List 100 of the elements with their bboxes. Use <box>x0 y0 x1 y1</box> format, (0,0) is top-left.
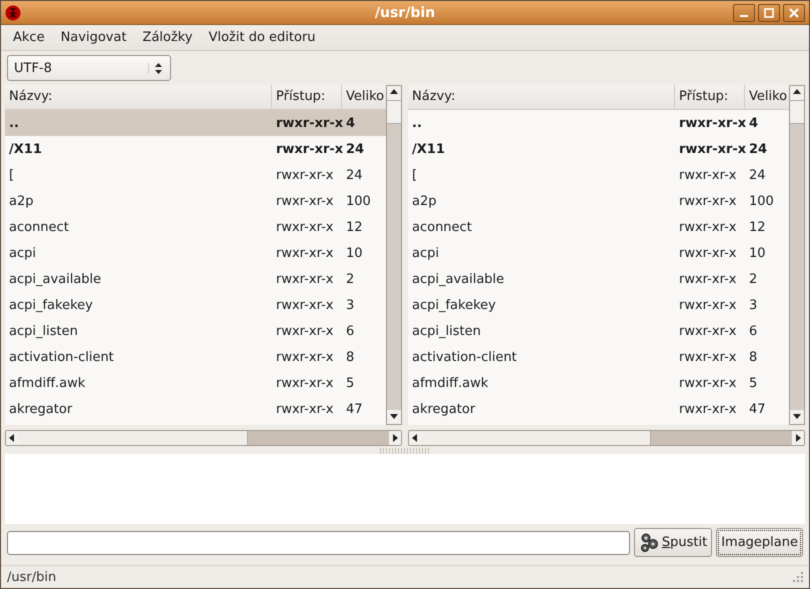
file-permissions: rwxr-xr-x <box>678 194 738 208</box>
file-permissions: rwxr-xr-x <box>678 402 738 416</box>
file-row[interactable]: acpi_listen rwxr-xr-x 6 <box>5 318 386 344</box>
file-size: 4 <box>345 116 356 130</box>
close-icon <box>789 8 799 18</box>
imageplane-button[interactable]: Imageplane <box>716 528 803 557</box>
file-size: 12 <box>748 220 767 234</box>
command-field[interactable] <box>7 530 630 554</box>
status-text: /usr/bin <box>7 570 56 584</box>
menu-item[interactable]: Záložky <box>134 30 201 45</box>
file-row[interactable]: acpi rwxr-xr-x 10 <box>5 240 386 266</box>
file-name: /X11 <box>8 142 43 156</box>
file-name: .. <box>8 116 20 130</box>
horizontal-scrollbar[interactable] <box>408 430 805 446</box>
file-row[interactable]: acpi_available rwxr-xr-x 2 <box>5 266 386 292</box>
file-row[interactable]: akregator rwxr-xr-x 47 <box>408 396 789 422</box>
run-button[interactable]: Spustit <box>634 528 712 557</box>
horizontal-scrollbar[interactable] <box>5 430 402 446</box>
file-permissions: rwxr-xr-x <box>678 298 738 312</box>
file-row[interactable]: [ rwxr-xr-x 24 <box>408 162 789 188</box>
file-name: acpi_available <box>411 272 506 286</box>
file-row[interactable]: /X11 rwxr-xr-x 24 <box>408 136 789 162</box>
file-name: acpi_available <box>8 272 102 286</box>
file-row[interactable]: afmdiff.awk rwxr-xr-x 5 <box>5 370 386 396</box>
file-name: acpi <box>411 246 440 260</box>
file-permissions: rwxr-xr-x <box>678 324 738 338</box>
file-row[interactable]: activation-client rwxr-xr-x 8 <box>408 344 789 370</box>
file-size: 5 <box>748 376 758 390</box>
app-icon <box>5 4 21 20</box>
minimize-icon <box>740 14 748 16</box>
file-row[interactable]: /X11 rwxr-xr-x 24 <box>5 136 386 162</box>
file-size: 24 <box>345 142 366 156</box>
file-row[interactable]: .. rwxr-xr-x 4 <box>5 110 386 136</box>
file-size: 3 <box>345 298 356 312</box>
file-row[interactable]: a2p rwxr-xr-x 100 <box>5 188 386 214</box>
menu-item[interactable]: Vložit do editoru <box>200 30 324 45</box>
file-permissions: rwxr-xr-x <box>275 350 334 364</box>
file-row[interactable]: acpi_fakekey rwxr-xr-x 3 <box>5 292 386 318</box>
minimize-button[interactable] <box>733 4 755 22</box>
scrollbar-thumb[interactable] <box>387 100 401 124</box>
column-header[interactable]: Názvy: <box>5 85 272 109</box>
file-row[interactable]: acpi_listen rwxr-xr-x 6 <box>408 318 789 344</box>
file-name: .. <box>411 116 423 130</box>
close-button[interactable] <box>783 4 805 22</box>
column-header[interactable]: Přístup: <box>675 85 745 109</box>
file-size: 12 <box>345 220 364 234</box>
file-name: [ <box>411 168 418 182</box>
file-row[interactable]: .. rwxr-xr-x 4 <box>408 110 789 136</box>
file-permissions: rwxr-xr-x <box>678 350 738 364</box>
file-name: afmdiff.awk <box>411 376 490 390</box>
resize-grip-icon[interactable] <box>793 572 803 582</box>
file-size: 47 <box>748 402 767 416</box>
file-permissions: rwxr-xr-x <box>275 220 334 234</box>
file-name: afmdiff.awk <box>8 376 86 390</box>
file-row[interactable]: a2p rwxr-xr-x 100 <box>408 188 789 214</box>
file-size: 6 <box>345 324 356 338</box>
column-header[interactable]: Názvy: <box>408 85 675 109</box>
scrollbar-thumb[interactable] <box>790 100 804 124</box>
scrollbar-thumb[interactable] <box>421 431 652 445</box>
encoding-dropdown[interactable]: UTF-8 <box>7 55 171 81</box>
file-name: a2p <box>8 194 34 208</box>
file-name: [ <box>8 168 16 182</box>
vertical-scrollbar[interactable] <box>386 85 402 425</box>
column-header[interactable]: Přístup: <box>272 85 342 109</box>
maximize-button[interactable] <box>758 4 780 22</box>
file-permissions: rwxr-xr-x <box>275 142 342 156</box>
menu-item[interactable]: Akce <box>5 30 53 45</box>
file-name: acpi_fakekey <box>411 298 497 312</box>
file-permissions: rwxr-xr-x <box>678 272 738 286</box>
menu-item[interactable]: Navigovat <box>52 30 135 45</box>
file-permissions: rwxr-xr-x <box>678 246 738 260</box>
scrollbar-thumb[interactable] <box>18 431 248 445</box>
file-size: 8 <box>748 350 758 364</box>
file-name: aconnect <box>8 220 70 234</box>
file-size: 4 <box>748 116 760 130</box>
maximize-icon <box>764 8 774 18</box>
file-permissions: rwxr-xr-x <box>275 246 334 260</box>
file-permissions: rwxr-xr-x <box>275 402 334 416</box>
file-size: 10 <box>748 246 767 260</box>
file-permissions: rwxr-xr-x <box>678 116 745 130</box>
file-row[interactable]: activation-client rwxr-xr-x 8 <box>5 344 386 370</box>
file-permissions: rwxr-xr-x <box>678 168 738 182</box>
file-name: akregator <box>411 402 476 416</box>
file-permissions: rwxr-xr-x <box>275 272 334 286</box>
file-row[interactable]: acpi_fakekey rwxr-xr-x 3 <box>408 292 789 318</box>
column-header[interactable]: Veliko <box>745 85 789 109</box>
file-name: akregator <box>8 402 74 416</box>
file-row[interactable]: aconnect rwxr-xr-x 12 <box>5 214 386 240</box>
file-row[interactable]: akregator rwxr-xr-x 47 <box>5 396 386 422</box>
file-permissions: rwxr-xr-x <box>275 376 334 390</box>
file-row[interactable]: acpi rwxr-xr-x 10 <box>408 240 789 266</box>
file-size: 3 <box>748 298 758 312</box>
file-row[interactable]: afmdiff.awk rwxr-xr-x 5 <box>408 370 789 396</box>
file-row[interactable]: aconnect rwxr-xr-x 12 <box>408 214 789 240</box>
file-row[interactable]: acpi_available rwxr-xr-x 2 <box>408 266 789 292</box>
column-header[interactable]: Veliko <box>342 85 386 109</box>
file-row[interactable]: [ rwxr-xr-x 24 <box>5 162 386 188</box>
pane-handle[interactable] <box>380 448 430 454</box>
vertical-scrollbar[interactable] <box>789 85 805 425</box>
file-name: activation-client <box>411 350 518 364</box>
